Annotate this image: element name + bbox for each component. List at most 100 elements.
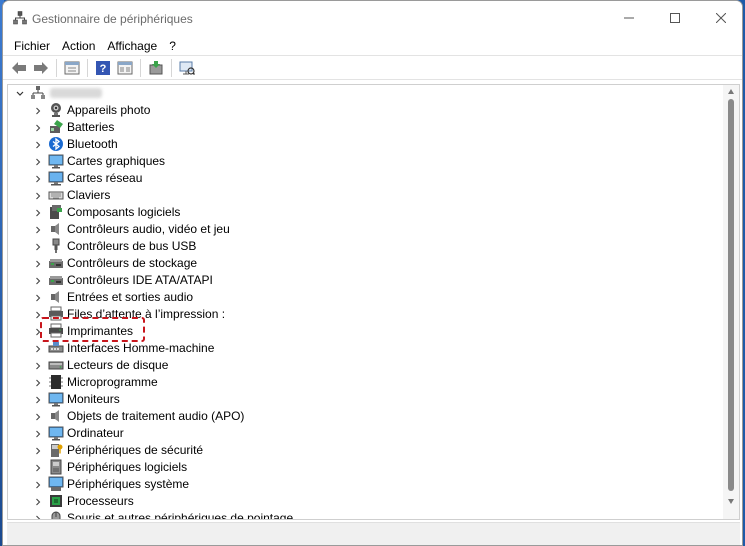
tree-item[interactable]: Périphériques de sécurité (8, 442, 723, 459)
properties-button[interactable] (61, 57, 83, 79)
toolbar-separator (140, 58, 141, 77)
bluetooth-icon (49, 137, 63, 151)
chevron-right-icon[interactable] (33, 463, 43, 473)
chevron-right-icon[interactable] (33, 429, 43, 439)
tree-item[interactable]: Processeurs (8, 493, 723, 510)
tree-item[interactable]: Souris et autres périphériques de pointa… (8, 510, 723, 520)
tree-item-label: Périphériques de sécurité (67, 443, 204, 457)
audio-video-icon (51, 223, 59, 235)
svg-text:?: ? (100, 63, 107, 75)
chevron-right-icon[interactable] (33, 310, 43, 320)
tree-item-label: Ordinateur (67, 426, 124, 440)
tree-item[interactable]: Composants logiciels (8, 204, 723, 221)
tree-item-label: Lecteurs de disque (67, 358, 169, 372)
chevron-right-icon[interactable] (33, 327, 43, 337)
chevron-right-icon[interactable] (33, 344, 43, 354)
tree-item[interactable]: Bluetooth (8, 136, 723, 153)
device-tree[interactable]: Appareils photo Batteries Bluetooth Cartes … (7, 84, 740, 520)
device-manager-app-icon (13, 11, 27, 25)
tree-item[interactable]: Contrôleurs de stockage (8, 255, 723, 272)
tree-item[interactable]: Contrôleurs IDE ATA/ATAPI (8, 272, 723, 289)
tree-item[interactable]: Objets de traitement audio (APO) (8, 408, 723, 425)
chevron-right-icon[interactable] (33, 514, 43, 520)
tree-item-label: Contrôleurs audio, vidéo et jeu (67, 222, 230, 236)
tree-item[interactable]: Microprogramme (8, 374, 723, 391)
tree-item[interactable]: Périphériques logiciels (8, 459, 723, 476)
update-driver-icon (149, 60, 163, 74)
chevron-right-icon[interactable] (33, 174, 43, 184)
tree-item[interactable]: Ordinateur (8, 425, 723, 442)
scan-hardware-button[interactable] (176, 57, 198, 79)
maximize-button[interactable] (652, 1, 698, 35)
chevron-right-icon[interactable] (33, 497, 43, 507)
tree-item[interactable]: Batteries (8, 119, 723, 136)
update-driver-button[interactable] (145, 57, 167, 79)
status-bar (7, 522, 740, 545)
tree-item-label: Processeurs (67, 494, 134, 508)
forward-button[interactable] (30, 57, 52, 79)
menu-action[interactable]: Action (56, 39, 101, 53)
tree-item[interactable]: Imprimantes (8, 323, 723, 340)
chevron-right-icon[interactable] (33, 140, 43, 150)
tree-root[interactable] (8, 85, 739, 102)
tree-item[interactable]: Lecteurs de disque (8, 357, 723, 374)
chevron-right-icon[interactable] (33, 293, 43, 303)
properties-icon (64, 61, 80, 74)
chevron-right-icon[interactable] (33, 361, 43, 371)
chevron-right-icon[interactable] (33, 395, 43, 405)
tree-item-label: Imprimantes (67, 324, 134, 338)
software-component-icon (50, 205, 62, 219)
help-button[interactable]: ? (92, 57, 114, 79)
tree-item[interactable]: Contrôleurs de bus USB (8, 238, 723, 255)
printer-icon (49, 323, 63, 338)
tree-item-label: Entrées et sorties audio (67, 290, 194, 304)
chevron-right-icon[interactable] (33, 412, 43, 422)
chevron-right-icon[interactable] (33, 378, 43, 388)
chevron-right-icon[interactable] (33, 157, 43, 167)
scroll-thumb[interactable] (728, 99, 734, 491)
tree-item[interactable]: Files d’attente à l’impression : (8, 306, 723, 323)
chevron-right-icon[interactable] (33, 225, 43, 235)
ide-controller-icon (49, 276, 63, 285)
chevron-right-icon[interactable] (33, 106, 43, 116)
back-button[interactable] (8, 57, 30, 79)
scroll-up-icon[interactable] (727, 88, 735, 96)
tree-item[interactable]: Contrôleurs audio, vidéo et jeu (8, 221, 723, 238)
chevron-right-icon[interactable] (33, 276, 43, 286)
tree-item[interactable]: Cartes graphiques (8, 153, 723, 170)
menu-bar: Fichier Action Affichage ? (3, 37, 742, 55)
minimize-button[interactable] (606, 1, 652, 35)
view-button[interactable] (114, 57, 136, 79)
chevron-right-icon[interactable] (33, 208, 43, 218)
chevron-right-icon[interactable] (33, 259, 43, 269)
chevron-right-icon[interactable] (33, 242, 43, 252)
tree-item[interactable]: Cartes réseau (8, 170, 723, 187)
vertical-scrollbar[interactable] (723, 85, 739, 519)
menu-help[interactable]: ? (163, 39, 182, 53)
title-bar[interactable]: Gestionnaire de périphériques (3, 1, 742, 37)
menu-affichage[interactable]: Affichage (101, 39, 163, 53)
tree-item-label: Périphériques logiciels (67, 460, 188, 474)
device-manager-window: Gestionnaire de périphériques Fichier Ac… (2, 0, 743, 546)
audio-io-icon (51, 291, 59, 303)
tree-item-label: Bluetooth (67, 137, 118, 151)
chevron-right-icon[interactable] (33, 480, 43, 490)
toolbar: ? (3, 55, 742, 80)
chevron-right-icon[interactable] (33, 123, 43, 133)
chevron-right-icon[interactable] (33, 446, 43, 456)
tree-item[interactable]: Moniteurs (8, 391, 723, 408)
tree-item-label: Objets de traitement audio (APO) (67, 409, 245, 423)
tree-item[interactable]: Entrées et sorties audio (8, 289, 723, 306)
tree-item[interactable]: Appareils photo (8, 102, 723, 119)
tree-item[interactable]: Claviers (8, 187, 723, 204)
keyboard-icon (48, 191, 64, 200)
tree-item[interactable]: Périphériques système (8, 476, 723, 493)
toolbar-separator (171, 58, 172, 77)
close-button[interactable] (698, 1, 742, 35)
scroll-down-icon[interactable] (727, 497, 735, 505)
tree-item[interactable]: Interfaces Homme-machine (8, 340, 723, 357)
menu-fichier[interactable]: Fichier (8, 39, 56, 53)
tree-item-label: Périphériques système (67, 477, 190, 491)
chevron-down-icon[interactable] (15, 89, 25, 99)
chevron-right-icon[interactable] (33, 191, 43, 201)
